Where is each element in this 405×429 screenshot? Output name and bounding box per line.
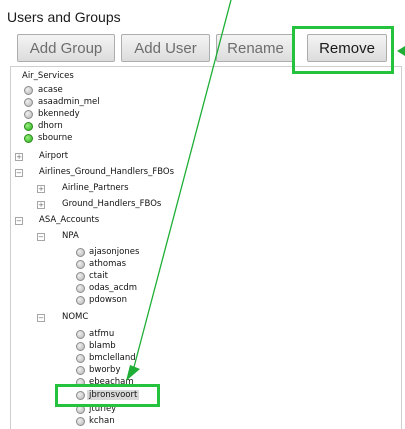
- arrow-head: [126, 365, 140, 381]
- arrow-head: [397, 46, 405, 56]
- annotation-arrows: [126, 0, 405, 381]
- arrow-line: [133, 0, 232, 368]
